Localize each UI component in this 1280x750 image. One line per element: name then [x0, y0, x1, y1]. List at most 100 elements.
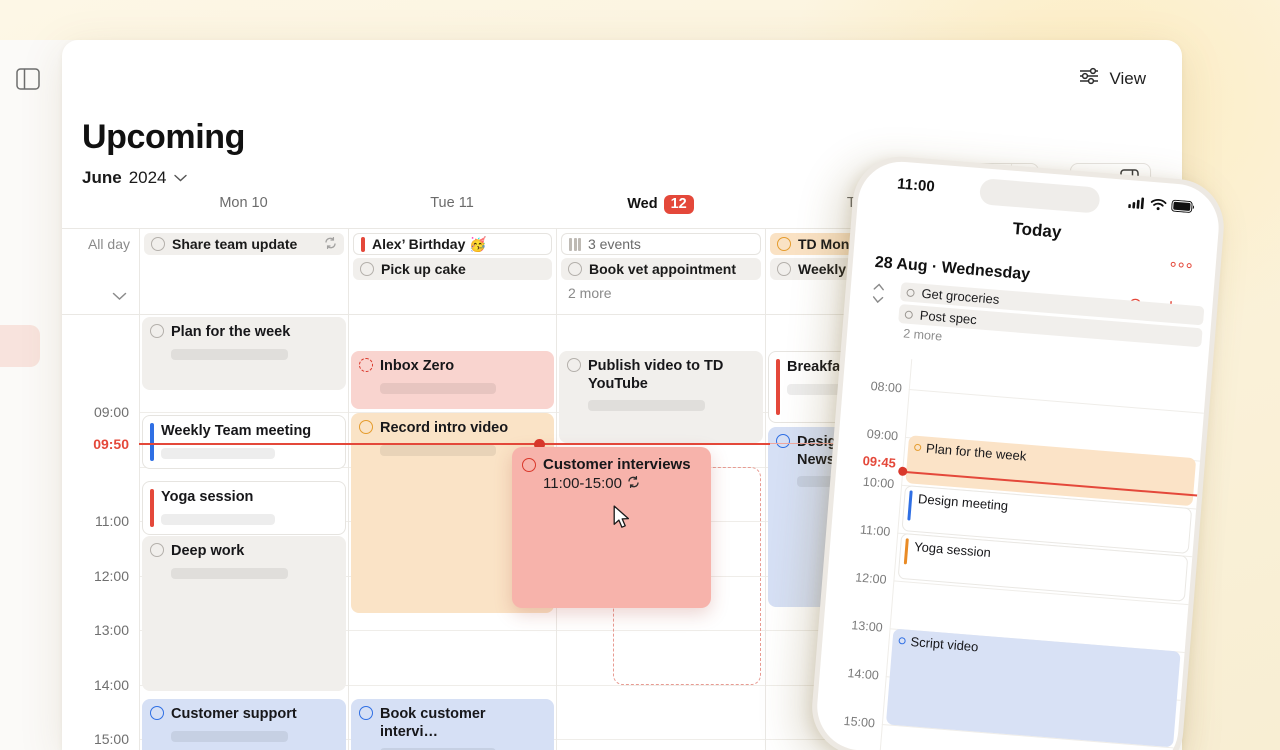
- view-button-label: View: [1109, 69, 1146, 89]
- event-title: Plan for the week: [171, 324, 290, 342]
- event-detail-placeholder: [171, 349, 288, 360]
- circle-icon: [360, 262, 374, 276]
- circle-orange-icon: [359, 420, 373, 434]
- view-button[interactable]: View: [1078, 67, 1146, 90]
- phone-task-list: Get groceries Post spec 2 more: [897, 282, 1205, 364]
- event-title: Deep work: [171, 543, 244, 561]
- day-header-wed-label: Wed: [627, 196, 657, 212]
- all-day-chip[interactable]: Share team update: [144, 233, 344, 255]
- all-day-label: All day: [88, 236, 130, 252]
- circle-blue-icon: [898, 637, 906, 645]
- circle-icon: [568, 262, 582, 276]
- sidebar-toggle-icon[interactable]: [16, 68, 40, 90]
- calendar-event[interactable]: Book customer intervi…: [351, 699, 554, 750]
- day-header-mon[interactable]: Mon 10: [139, 195, 348, 211]
- time-label: 09:00: [94, 404, 129, 420]
- phone-mockup: 11:00 Today 28 Aug · Wednesday Over: [808, 153, 1227, 750]
- repeat-icon: [324, 236, 337, 252]
- circle-blue-icon: [150, 706, 164, 720]
- phone-time-label: 09:00: [866, 427, 898, 443]
- phone-task-label: Get groceries: [921, 286, 1000, 307]
- current-time-label: 09:50: [93, 436, 129, 452]
- chip-label: 3 events: [588, 236, 641, 252]
- event-detail-placeholder: [380, 383, 496, 394]
- phone-current-time-label: 09:45: [862, 453, 896, 471]
- chip-label: Alex’ Birthday 🥳: [372, 236, 487, 253]
- circle-orange-icon: [777, 237, 791, 251]
- all-day-chip[interactable]: Book vet appointment: [561, 258, 761, 280]
- all-day-collapse-icon[interactable]: [112, 288, 127, 306]
- sliders-icon: [1078, 67, 1100, 90]
- time-label: 15:00: [94, 731, 129, 747]
- circle-red-icon: [522, 458, 536, 472]
- phone-calendar-event[interactable]: Script video: [886, 629, 1181, 748]
- calendar-event[interactable]: Plan for the week: [142, 317, 346, 390]
- circle-dashed-red-icon: [359, 358, 373, 372]
- calendar-event[interactable]: Weekly Team meeting: [142, 415, 346, 469]
- calendar-event[interactable]: Deep work: [142, 536, 346, 691]
- all-day-col-mon[interactable]: Share team update: [139, 229, 348, 314]
- event-title: Inbox Zero: [380, 358, 454, 376]
- time-gutter: 09:00 09:50 11:00 12:00 13:00 14:00 15:0…: [62, 315, 139, 750]
- all-day-chip[interactable]: Alex’ Birthday 🥳: [353, 233, 552, 255]
- three-bars-icon: [569, 238, 581, 251]
- calendar-event[interactable]: Publish video to TD YouTube: [559, 351, 763, 443]
- calendar-event[interactable]: Customer support: [142, 699, 346, 750]
- dragging-event-time: 11:00-15:00: [543, 475, 622, 492]
- phone-calendar: 08:00 09:00 09:45 10:00 11:00 12:00 13:0…: [814, 354, 1206, 750]
- event-title: Record intro video: [380, 420, 508, 438]
- event-title: Book customer intervi…: [380, 706, 546, 741]
- red-bar-icon: [361, 237, 365, 252]
- calendar-event[interactable]: Inbox Zero: [351, 351, 554, 409]
- chip-label: Share team update: [172, 236, 297, 252]
- phone-event-title: Plan for the week: [926, 441, 1027, 464]
- phone-grid-line: [909, 389, 1204, 414]
- day-header-wed[interactable]: Wed12: [556, 195, 765, 214]
- time-label: 12:00: [94, 568, 129, 584]
- sidebar-peek-card: [0, 325, 40, 367]
- phone-time-label: 10:00: [862, 475, 894, 491]
- dragging-event-card[interactable]: Customer interviews 11:00-15:00: [512, 447, 711, 608]
- all-day-gutter: All day: [62, 229, 139, 314]
- phone-time-label: 14:00: [847, 666, 879, 682]
- all-day-col-wed[interactable]: 3 events Book vet appointment 2 more: [556, 229, 765, 314]
- more-dots-icon[interactable]: [1171, 262, 1192, 269]
- sort-updown-icon[interactable]: [871, 282, 885, 310]
- dragging-event-title: Customer interviews: [543, 456, 691, 473]
- all-day-more-link[interactable]: 2 more: [559, 283, 763, 303]
- cellular-icon: [1128, 195, 1146, 214]
- all-day-col-tue[interactable]: Alex’ Birthday 🥳 Pick up cake: [348, 229, 556, 314]
- battery-icon: [1171, 199, 1195, 219]
- calendar-event[interactable]: Yoga session: [142, 481, 346, 535]
- circle-icon: [567, 358, 581, 372]
- circle-icon: [777, 262, 791, 276]
- month-label: June: [82, 168, 122, 188]
- phone-event-title: Design meeting: [917, 491, 1008, 513]
- event-title: Customer support: [171, 706, 297, 724]
- phone-task-label: Post spec: [919, 308, 977, 328]
- all-day-chip[interactable]: Pick up cake: [353, 258, 552, 280]
- year-label: 2024: [129, 168, 167, 188]
- phone-event-title: Script video: [910, 634, 979, 654]
- event-title: Weekly Team meeting: [161, 423, 311, 441]
- chip-label: Pick up cake: [381, 261, 466, 277]
- day-column-mon[interactable]: Plan for the week Weekly Team meeting Yo…: [139, 315, 348, 750]
- phone-status-time: 11:00: [897, 175, 936, 195]
- blue-bar-icon: [150, 423, 154, 461]
- phone-time-label: 12:00: [855, 570, 887, 586]
- all-day-chip[interactable]: 3 events: [561, 233, 761, 255]
- day-header-tue[interactable]: Tue 11: [348, 195, 556, 211]
- phone-time-label: 15:00: [843, 714, 875, 730]
- wifi-icon: [1150, 197, 1167, 216]
- current-time-line: [545, 443, 770, 445]
- month-selector[interactable]: June 2024: [82, 168, 187, 188]
- chip-label: Book vet appointment: [589, 261, 736, 277]
- chevron-down-icon: [174, 169, 187, 187]
- time-label: 11:00: [95, 513, 129, 529]
- phone-time-label: 08:00: [870, 379, 902, 395]
- event-detail-placeholder: [161, 514, 275, 525]
- mouse-cursor: [613, 505, 630, 535]
- phone-time-label: 11:00: [859, 523, 890, 539]
- event-title: Yoga session: [161, 489, 253, 507]
- phone-screen: 11:00 Today 28 Aug · Wednesday Over: [814, 158, 1222, 750]
